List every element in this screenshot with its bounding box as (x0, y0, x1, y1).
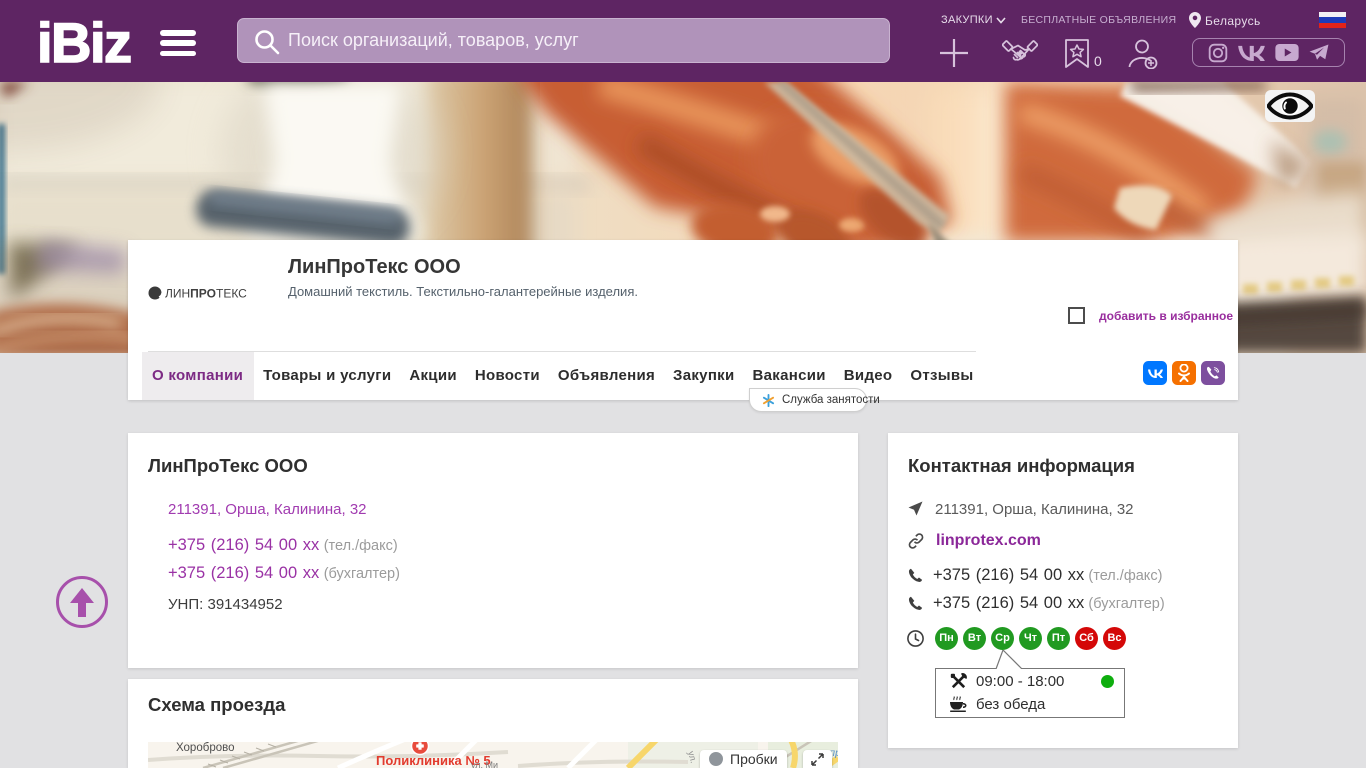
svg-text:ул. Ми: ул. Ми (471, 760, 498, 768)
svg-text:Хороброво: Хороброво (176, 742, 234, 754)
svg-text:ЛИНПРОТЕКС.: ЛИНПРОТЕКС. (165, 287, 248, 301)
